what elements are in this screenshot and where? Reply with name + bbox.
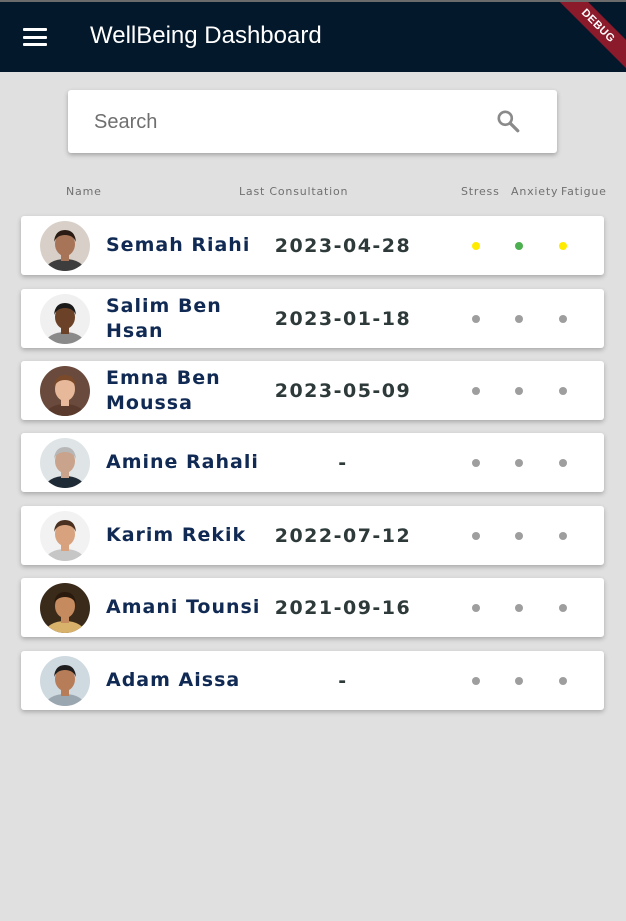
fatigue-indicator — [559, 315, 567, 323]
last-consultation-date: 2021-09-16 — [274, 596, 412, 619]
patient-card[interactable]: Semah Riahi 2023-04-28 — [21, 216, 604, 275]
patient-name: Adam Aissa — [106, 669, 241, 691]
stress-indicator — [472, 532, 480, 540]
fatigue-indicator — [559, 459, 567, 467]
patient-card[interactable]: Emna Ben Moussa 2023-05-09 — [21, 361, 604, 420]
patient-name: Salim Ben Hsan — [106, 294, 222, 342]
avatar — [40, 438, 90, 488]
anxiety-indicator — [515, 677, 523, 685]
last-consultation-date: 2023-01-18 — [274, 307, 412, 330]
last-consultation-date: - — [338, 669, 348, 692]
last-consultation-date: 2023-04-28 — [274, 234, 412, 257]
stress-indicator — [472, 677, 480, 685]
stress-indicator — [472, 604, 480, 612]
anxiety-indicator — [515, 459, 523, 467]
patient-card[interactable]: Karim Rekik 2022-07-12 — [21, 506, 604, 565]
debug-label: DEBUG — [556, 2, 626, 69]
anxiety-indicator — [515, 604, 523, 612]
avatar — [40, 366, 90, 416]
column-header-name: Name — [66, 185, 102, 198]
app-bar: WellBeing Dashboard DEBUG — [0, 0, 626, 72]
search-icon[interactable] — [495, 108, 521, 134]
last-consultation-date: - — [338, 451, 348, 474]
column-header-last-consultation: Last Consultation — [239, 185, 349, 198]
patient-name: Emna Ben Moussa — [106, 366, 221, 414]
stress-indicator — [472, 387, 480, 395]
stress-indicator — [472, 315, 480, 323]
column-header-stress: Stress — [461, 185, 500, 198]
app-title: WellBeing Dashboard — [90, 22, 322, 49]
fatigue-indicator — [559, 532, 567, 540]
patient-card[interactable]: Salim Ben Hsan 2023-01-18 — [21, 289, 604, 348]
stress-indicator — [472, 242, 480, 250]
fatigue-indicator — [559, 604, 567, 612]
avatar — [40, 656, 90, 706]
menu-icon[interactable] — [23, 28, 47, 46]
anxiety-indicator — [515, 387, 523, 395]
fatigue-indicator — [559, 677, 567, 685]
avatar — [40, 221, 90, 271]
avatar — [40, 511, 90, 561]
patient-name: Amani Tounsi — [106, 596, 261, 618]
last-consultation-date: 2022-07-12 — [274, 524, 412, 547]
search-box — [68, 90, 557, 155]
anxiety-indicator — [515, 242, 523, 250]
anxiety-indicator — [515, 315, 523, 323]
patient-name: Amine Rahali — [106, 451, 259, 473]
avatar — [40, 294, 90, 344]
column-header-fatigue: Fatigue — [561, 185, 607, 198]
stress-indicator — [472, 459, 480, 467]
last-consultation-date: 2023-05-09 — [274, 379, 412, 402]
anxiety-indicator — [515, 532, 523, 540]
patient-card[interactable]: Amine Rahali - — [21, 433, 604, 492]
fatigue-indicator — [559, 242, 567, 250]
search-input[interactable] — [92, 90, 476, 155]
patient-name: Karim Rekik — [106, 524, 247, 546]
patient-card[interactable]: Amani Tounsi 2021-09-16 — [21, 578, 604, 637]
avatar — [40, 583, 90, 633]
fatigue-indicator — [559, 387, 567, 395]
patient-name: Semah Riahi — [106, 234, 251, 256]
column-header-anxiety: Anxiety — [511, 185, 559, 198]
debug-banner: DEBUG — [556, 2, 626, 72]
patient-card[interactable]: Adam Aissa - — [21, 651, 604, 710]
